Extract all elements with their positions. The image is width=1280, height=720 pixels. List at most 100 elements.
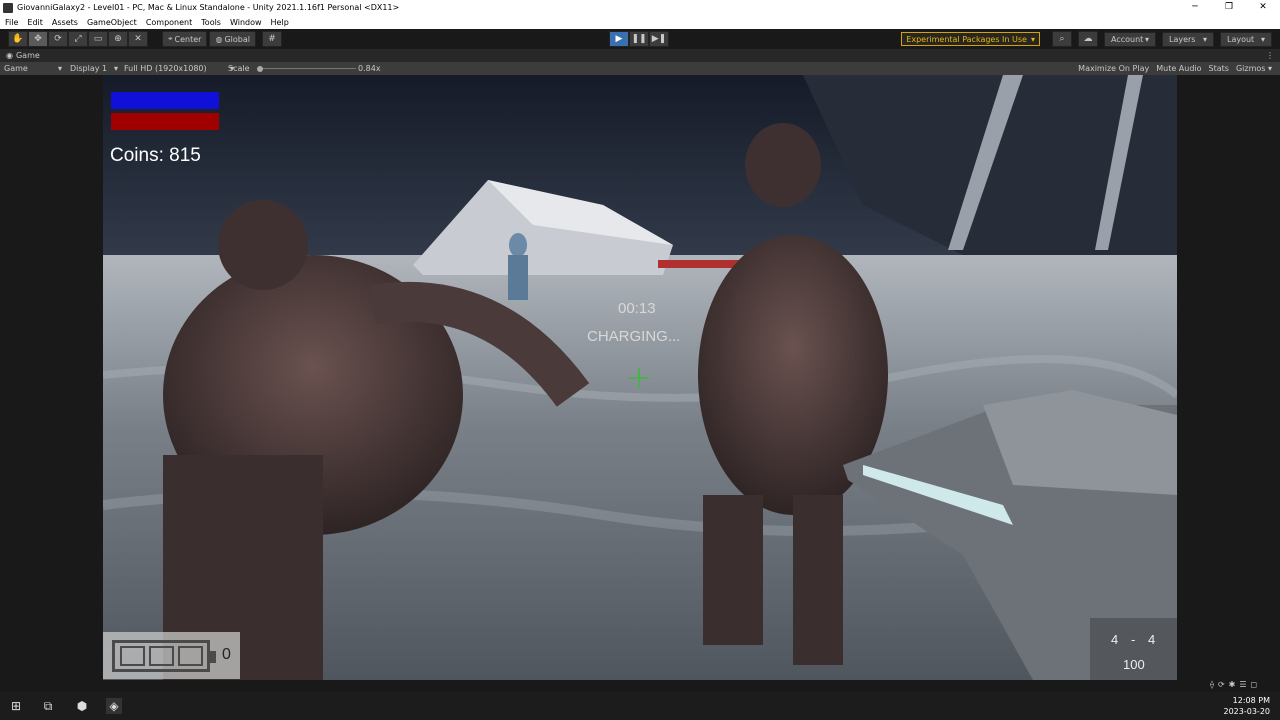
gizmos-label: Gizmos — [1235, 64, 1266, 73]
menu-window[interactable]: Window — [230, 18, 262, 27]
view-select[interactable]: Game ▾ — [4, 64, 62, 73]
notification-icon[interactable]: ◻ — [1251, 680, 1258, 692]
taskbar: ⊞ ⧉ ⬢ ◈ 12:08 PM 2023-03-20 — [0, 692, 1280, 720]
close-button[interactable]: ✕ — [1246, 0, 1280, 15]
chevron-down-icon: ▾ — [1144, 34, 1149, 44]
ammo-clip: 4 — [1111, 632, 1119, 647]
chevron-down-icon: ▾ — [57, 64, 62, 73]
play-controls: ▶ ❚❚ ▶❚ — [609, 31, 669, 47]
layout-dropdown[interactable]: Layout ▾ — [1220, 31, 1272, 47]
bug-icon[interactable]: ✱ — [1229, 680, 1236, 692]
space-label: Global — [224, 34, 250, 44]
pause-icon[interactable]: ❚❚ — [629, 31, 649, 47]
menu-component[interactable]: Component — [146, 18, 192, 27]
game-view-options: Maximize On Play Mute Audio Stats Gizmos… — [1078, 62, 1272, 75]
stats-toggle[interactable]: Stats — [1209, 64, 1229, 73]
chevron-down-icon: ▾ — [1202, 34, 1207, 44]
pivot-controls: ⌖ Center ◍ Global — [162, 31, 256, 47]
battery-cell — [178, 646, 203, 666]
game-viewport[interactable]: Coins: 815 00:13 CHARGING... 0 4 - 4 100 — [103, 75, 1177, 680]
menu-file[interactable]: File — [5, 18, 18, 27]
robot-enemy — [509, 233, 527, 257]
menu-assets[interactable]: Assets — [52, 18, 78, 27]
pivot-label: Center — [174, 34, 202, 44]
health-bar — [111, 92, 219, 109]
unity-app-icon — [3, 2, 13, 13]
unity-editor-icon[interactable]: ◈ — [106, 698, 122, 714]
task-view-icon[interactable]: ⧉ — [40, 698, 56, 714]
game-view-toolbar: Game ▾ Display 1 ▾ Full HD (1920x1080) ▾… — [0, 62, 1280, 75]
clock-date: 2023-03-20 — [1223, 707, 1271, 716]
battery-nub — [210, 651, 216, 663]
mute-audio-toggle[interactable]: Mute Audio — [1156, 64, 1201, 73]
ammo-mag: 4 — [1148, 632, 1156, 647]
network-icon[interactable]: ⟠ — [1210, 680, 1214, 692]
settings-icon[interactable]: ☰ — [1239, 680, 1246, 692]
resolution-select-label: Full HD (1920x1080) — [124, 64, 207, 73]
unity-hub-icon[interactable]: ⬢ — [74, 698, 90, 714]
globe-icon: ◍ — [215, 34, 223, 44]
scale-value: 0.84x — [358, 64, 381, 73]
window-titlebar: GiovanniGalaxy2 - Level01 - PC, Mac & Li… — [0, 0, 1280, 15]
more-options-icon[interactable]: ⋮ — [1266, 51, 1274, 60]
display-select[interactable]: Display 1 ▾ — [70, 64, 118, 73]
transform-tool-icon[interactable]: ⊕ — [108, 31, 128, 47]
menu-help[interactable]: Help — [271, 18, 289, 27]
sync-icon[interactable]: ⟳ — [1218, 680, 1225, 692]
dropdown-icon: ▾ — [1030, 34, 1035, 44]
battery-icon — [112, 640, 216, 672]
chevron-down-icon: ▾ — [1260, 34, 1265, 44]
resolution-select[interactable]: Full HD (1920x1080) ▾ — [124, 64, 234, 73]
gizmos-dropdown[interactable]: Gizmos ▾ — [1236, 64, 1272, 73]
charge-timer: 00:13 — [618, 300, 656, 317]
layers-label: Layers — [1169, 34, 1196, 44]
main-toolbar: ✋ ✥ ⟳ ⤢ ▭ ⊕ ✕ ⌖ Center ◍ Global # ▶ ❚❚ ▶… — [0, 29, 1280, 49]
move-tool-icon[interactable]: ✥ — [28, 31, 48, 47]
menu-tools[interactable]: Tools — [201, 18, 221, 27]
scale-slider-thumb[interactable] — [257, 66, 263, 72]
minimize-button[interactable]: ─ — [1178, 0, 1212, 15]
space-global-button[interactable]: ◍ Global — [209, 31, 256, 47]
layers-dropdown[interactable]: Layers ▾ — [1162, 31, 1214, 47]
menu-bar: File Edit Assets GameObject Component To… — [0, 15, 1280, 29]
scale-slider-track — [260, 68, 356, 69]
monster-left-head — [218, 200, 308, 290]
crosshair-icon — [629, 368, 649, 388]
windows-start-icon[interactable]: ⊞ — [8, 698, 24, 714]
view-select-label: Game — [4, 64, 28, 73]
custom-tool-icon[interactable]: ✕ — [128, 31, 148, 47]
step-icon[interactable]: ▶❚ — [649, 31, 669, 47]
menu-gameobject[interactable]: GameObject — [87, 18, 137, 27]
rect-tool-icon[interactable]: ▭ — [88, 31, 108, 47]
experimental-packages-button[interactable]: Experimental Packages In Use ▾ — [901, 32, 1040, 46]
tab-game[interactable]: Game — [16, 51, 40, 60]
ammo-separator: - — [1131, 632, 1136, 647]
monster-right-head — [745, 123, 821, 207]
rotate-tool-icon[interactable]: ⟳ — [48, 31, 68, 47]
play-icon[interactable]: ▶ — [609, 31, 629, 47]
maximize-on-play-toggle[interactable]: Maximize On Play — [1078, 64, 1149, 73]
window-title: GiovanniGalaxy2 - Level01 - PC, Mac & Li… — [17, 3, 400, 12]
scale-label: Scale — [228, 64, 250, 73]
pivot-center-button[interactable]: ⌖ Center — [162, 31, 208, 47]
system-clock[interactable]: 12:08 PM 2023-03-20 — [1224, 695, 1271, 717]
scale-tool-icon[interactable]: ⤢ — [68, 31, 88, 47]
charging-status: CHARGING... — [587, 328, 681, 345]
grid-snap-icon[interactable]: # — [261, 31, 282, 47]
battery-cell — [149, 646, 174, 666]
toolbar-right: Experimental Packages In Use ▾ ⌕ ☁ Accou… — [901, 31, 1272, 47]
cloud-icon[interactable]: ☁ — [1078, 31, 1098, 47]
battery-panel: 0 — [103, 632, 240, 679]
shield-bar — [111, 113, 219, 130]
search-icon[interactable]: ⌕ — [1052, 31, 1072, 47]
clock-time: 12:08 PM — [1232, 696, 1270, 705]
ammo-panel: 4 - 4 100 — [1090, 618, 1177, 680]
menu-edit[interactable]: Edit — [27, 18, 43, 27]
hand-tool-icon[interactable]: ✋ — [8, 31, 28, 47]
restore-button[interactable]: ❐ — [1212, 0, 1246, 15]
chevron-down-icon: ▾ — [113, 64, 118, 73]
account-dropdown[interactable]: Account ▾ — [1104, 31, 1156, 47]
battery-cell — [120, 646, 145, 666]
pivot-icon: ⌖ — [168, 34, 173, 43]
scale-slider[interactable] — [254, 66, 356, 72]
